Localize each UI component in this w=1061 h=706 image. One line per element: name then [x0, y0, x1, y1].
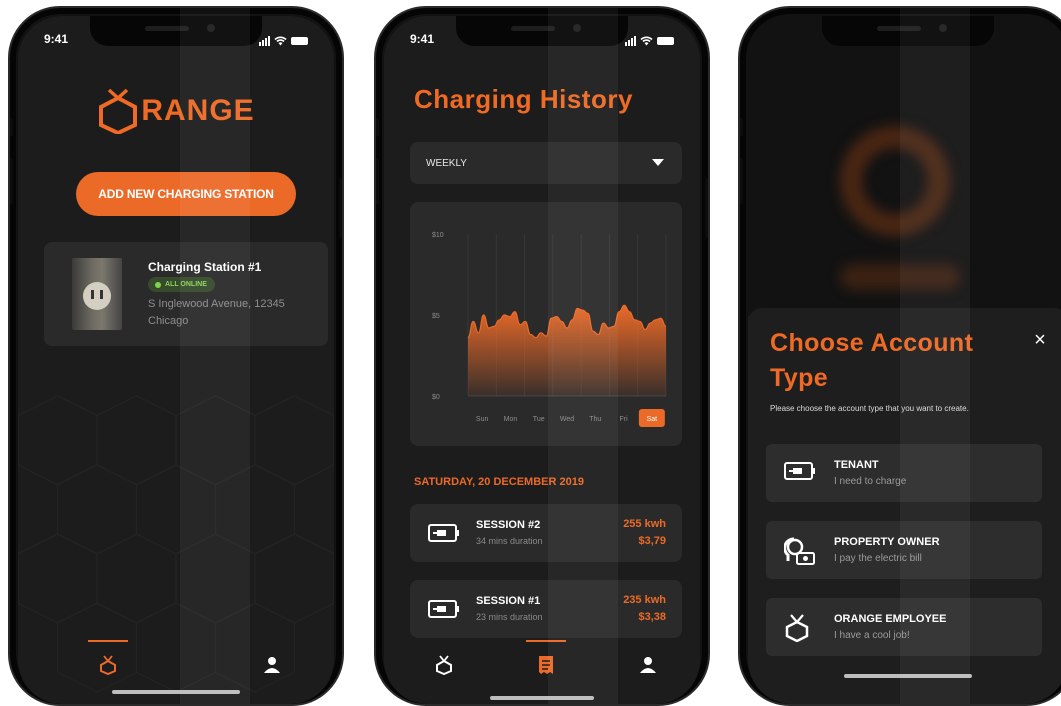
wifi-icon	[640, 36, 653, 46]
battery-icon	[657, 37, 674, 45]
status-time: 9:41	[44, 32, 69, 46]
session-cost: $3,38	[638, 611, 666, 623]
tab-bar	[384, 640, 700, 684]
tab-history[interactable]	[526, 640, 566, 680]
outlet-image	[72, 258, 122, 330]
x-tick-label: Wed	[560, 416, 574, 423]
wifi-icon	[274, 36, 287, 46]
account-type-screen: Choose Account Type × Please choose the …	[748, 16, 1061, 704]
y-tick-label: $5	[432, 313, 440, 320]
user-icon	[264, 657, 280, 673]
series-area	[468, 305, 666, 396]
app-showcase: 9:41 RANGE ADD NEW CHARGING STATION Char…	[0, 0, 1061, 706]
phone-home: 9:41 RANGE ADD NEW CHARGING STATION Char…	[8, 6, 344, 706]
status-badge: ALL ONLINE	[148, 277, 215, 292]
x-tick-label: Tue	[533, 416, 545, 423]
owner-icon	[784, 537, 815, 565]
close-icon[interactable]: ×	[1030, 330, 1050, 350]
account-option-tenant[interactable]: TENANT I need to charge	[766, 444, 1042, 502]
orange-logo-icon	[100, 655, 116, 675]
session-row[interactable]: SESSION #2 34 mins duration 255 kwh $3,7…	[410, 504, 682, 562]
online-dot-icon	[155, 281, 161, 288]
orange-logo-icon	[785, 614, 809, 642]
session-duration: 23 mins duration	[476, 612, 543, 622]
sheet-subtitle: Please choose the account type that you …	[770, 404, 969, 413]
home-screen: 9:41 RANGE ADD NEW CHARGING STATION Char…	[18, 16, 334, 704]
status-bar: 9:41	[44, 32, 308, 50]
x-tick-label: Thu	[589, 416, 601, 423]
plug-icon	[428, 524, 459, 542]
session-energy: 255 kwh	[623, 518, 666, 530]
user-icon	[640, 657, 656, 673]
phone-history: 9:41 Charging History WEEKLY $10 $5 $0 Sun M…	[374, 6, 710, 706]
option-subtitle: I need to charge	[834, 476, 907, 487]
spending-chart: $10 $5 $0 Sun Mon Tue Wed Thu Fri Sat	[410, 202, 682, 446]
home-indicator	[490, 696, 594, 700]
status-time: 9:41	[410, 32, 435, 46]
station-city: Chicago	[148, 315, 189, 327]
option-subtitle: I have a cool job!	[834, 630, 910, 641]
session-row[interactable]: SESSION #1 23 mins duration 235 kwh $3,3…	[410, 580, 682, 638]
x-tick-label: Sun	[476, 416, 489, 423]
x-tick-label: Mon	[504, 416, 518, 423]
period-select-value: WEEKLY	[426, 157, 467, 169]
tab-home[interactable]	[88, 640, 128, 680]
status-bar: 9:41	[410, 32, 674, 50]
option-title: TENANT	[834, 459, 879, 471]
blurred-backdrop	[748, 16, 1061, 316]
phone-account-type: Choose Account Type × Please choose the …	[738, 6, 1061, 706]
session-duration: 34 mins duration	[476, 536, 543, 546]
option-subtitle: I pay the electric bill	[834, 553, 922, 564]
signal-icon	[625, 36, 636, 46]
station-address: S Inglewood Avenue, 12345	[148, 298, 285, 310]
chart-svg: $10 $5 $0 Sun Mon Tue Wed Thu Fri Sat	[432, 232, 667, 427]
active-tab-indicator	[88, 640, 128, 642]
x-tick-label: Fri	[619, 416, 628, 423]
session-energy: 235 kwh	[623, 594, 666, 606]
signal-icon	[259, 36, 270, 46]
home-indicator	[844, 674, 972, 678]
logo-text: RANGE	[141, 94, 255, 127]
chevron-down-icon	[652, 159, 664, 166]
sheet-title: Choose Account Type	[770, 329, 974, 392]
session-cost: $3,79	[638, 535, 666, 547]
account-option-property-owner[interactable]: PROPERTY OWNER I pay the electric bill	[766, 521, 1042, 579]
tab-profile[interactable]	[628, 650, 668, 680]
brand-logo: RANGE	[18, 88, 334, 134]
account-type-sheet: Choose Account Type × Please choose the …	[748, 308, 1061, 704]
tab-home[interactable]	[424, 650, 464, 680]
receipt-icon	[539, 656, 553, 674]
y-tick-label: $10	[432, 232, 444, 239]
history-screen: 9:41 Charging History WEEKLY $10 $5 $0 Sun M…	[384, 16, 700, 704]
active-tab-indicator	[526, 640, 566, 642]
plug-icon	[428, 600, 459, 618]
option-title: PROPERTY OWNER	[834, 536, 940, 548]
battery-icon	[291, 37, 308, 45]
page-title: Charging History	[414, 84, 633, 114]
account-option-orange-employee[interactable]: ORANGE EMPLOYEE I have a cool job!	[766, 598, 1042, 656]
period-select[interactable]: WEEKLY	[410, 142, 682, 184]
home-indicator	[112, 690, 240, 694]
option-title: ORANGE EMPLOYEE	[834, 613, 947, 625]
session-date-header: SATURDAY, 20 DECEMBER 2019	[414, 476, 584, 488]
station-name: Charging Station #1	[148, 260, 262, 274]
y-tick-label: $0	[432, 394, 440, 401]
orange-logo-icon	[99, 88, 138, 134]
tab-bar	[18, 640, 334, 684]
plug-icon	[784, 462, 815, 480]
add-charging-station-button[interactable]: ADD NEW CHARGING STATION	[76, 172, 296, 216]
x-tick-label: Sat	[647, 416, 658, 423]
charging-station-card[interactable]: Charging Station #1 ALL ONLINE S Inglewo…	[44, 242, 328, 346]
session-name: SESSION #1	[476, 595, 541, 607]
session-name: SESSION #2	[476, 519, 541, 531]
tab-profile[interactable]	[252, 650, 292, 680]
orange-logo-icon	[436, 655, 452, 675]
